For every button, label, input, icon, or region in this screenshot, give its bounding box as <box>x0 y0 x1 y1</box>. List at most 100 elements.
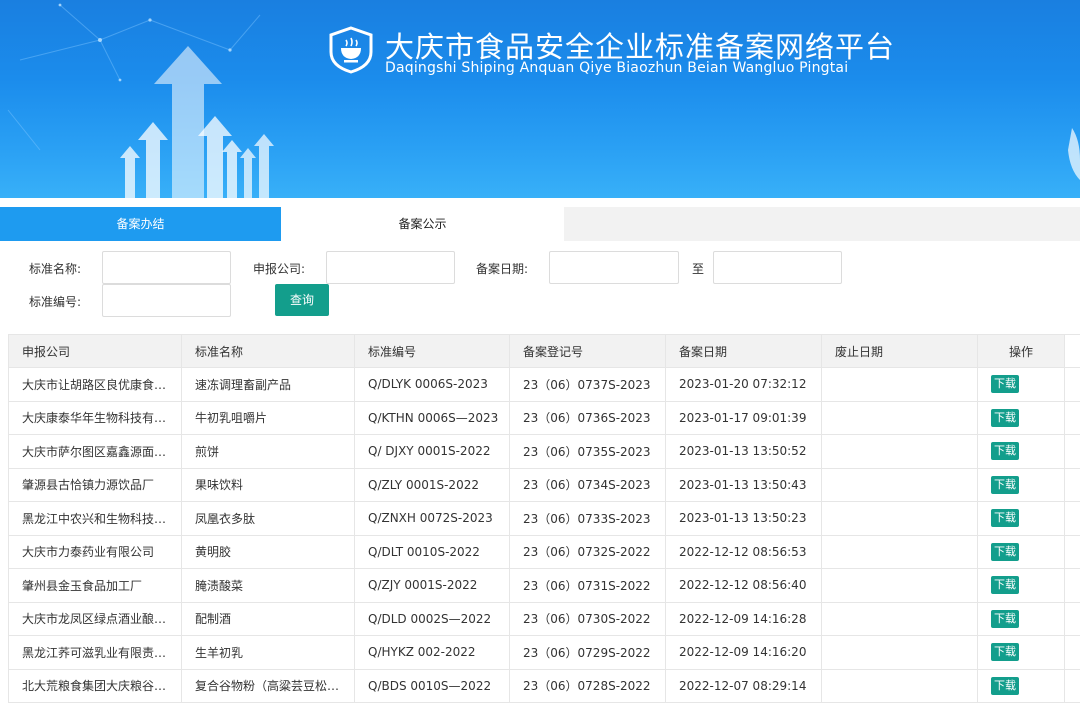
cell-reg-no: 23（06）0732S-2022 <box>509 534 666 569</box>
cell-std-name: 速冻调理畜副产品 <box>181 367 355 402</box>
cell-date: 2022-12-09 14:16:28 <box>665 601 822 636</box>
col-header-reg-no: 备案登记号 <box>509 334 666 368</box>
cell-std-no: Q/ZNXH 0072S-2023 <box>354 501 510 536</box>
cell-abolish-date <box>821 501 978 536</box>
tab-bar: 备案办结 备案公示 <box>0 207 1080 241</box>
col-header-company: 申报公司 <box>8 334 182 368</box>
std-no-input[interactable] <box>102 284 231 317</box>
cell-company: 北大荒粮食集团大庆粮谷… <box>8 668 182 703</box>
date-label: 备案日期: <box>476 262 529 276</box>
cell-date: 2023-01-13 13:50:52 <box>665 434 822 469</box>
cell-company: 大庆康泰华年生物科技有… <box>8 400 182 435</box>
table-row: 大庆康泰华年生物科技有… 牛初乳咀嚼片 Q/KTHN 0006S—2023 23（06… <box>8 400 1080 435</box>
download-button[interactable]: 下载 <box>991 509 1019 528</box>
cell-abolish-date <box>821 400 978 435</box>
cell-std-name: 牛初乳咀嚼片 <box>181 400 355 435</box>
cell-std-name: 腌渍酸菜 <box>181 568 355 603</box>
download-button[interactable]: 下载 <box>991 375 1019 394</box>
cell-std-name: 煎饼 <box>181 434 355 469</box>
cell-reg-no: 23（06）0729S-2022 <box>509 635 666 670</box>
col-header-date: 备案日期 <box>665 334 822 368</box>
download-button[interactable]: 下载 <box>991 643 1019 662</box>
cell-abolish-date <box>821 367 978 402</box>
cell-std-no: Q/ZJY 0001S-2022 <box>354 568 510 603</box>
download-button[interactable]: 下载 <box>991 408 1019 427</box>
cell-std-no: Q/DLD 0002S—2022 <box>354 601 510 636</box>
cell-spacer <box>1064 534 1080 569</box>
cell-reg-no: 23（06）0728S-2022 <box>509 668 666 703</box>
date-to-input[interactable] <box>713 251 842 284</box>
cell-action: 下载 <box>977 467 1065 502</box>
cell-company: 大庆市萨尔图区嘉鑫源面… <box>8 434 182 469</box>
download-button[interactable]: 下载 <box>991 609 1019 628</box>
cell-date: 2022-12-12 08:56:40 <box>665 568 822 603</box>
cell-abolish-date <box>821 668 978 703</box>
download-button[interactable]: 下载 <box>991 542 1019 561</box>
tab-completed[interactable]: 备案办结 <box>0 207 281 241</box>
table-row: 大庆市龙凤区绿点酒业酿… 配制酒 Q/DLD 0002S—2022 23（06）073… <box>8 601 1080 636</box>
cell-date: 2022-12-12 08:56:53 <box>665 534 822 569</box>
table-row: 肇源县古恰镇力源饮品厂 果味饮料 Q/ZLY 0001S-2022 23（06）073… <box>8 467 1080 502</box>
cell-date: 2023-01-13 13:50:23 <box>665 501 822 536</box>
cell-reg-no: 23（06）0731S-2022 <box>509 568 666 603</box>
table-row: 大庆市力泰药业有限公司 黄明胶 Q/DLT 0010S-2022 23（06）0732… <box>8 534 1080 569</box>
banner-gap <box>0 198 1080 207</box>
cell-action: 下载 <box>977 434 1065 469</box>
cell-action: 下载 <box>977 635 1065 670</box>
cell-company: 黑龙江荞可滋乳业有限责… <box>8 635 182 670</box>
cell-company: 大庆市让胡路区良优康食… <box>8 367 182 402</box>
query-button[interactable]: 查询 <box>275 284 329 316</box>
cell-reg-no: 23（06）0737S-2023 <box>509 367 666 402</box>
header-banner: 大庆市食品安全企业标准备案网络平台 Daqingshi Shiping Anqu… <box>0 0 1080 198</box>
col-header-abolish-date: 废止日期 <box>821 334 978 368</box>
cell-abolish-date <box>821 601 978 636</box>
company-label: 申报公司: <box>253 262 306 276</box>
cell-action: 下载 <box>977 534 1065 569</box>
cell-company: 肇源县古恰镇力源饮品厂 <box>8 467 182 502</box>
cell-reg-no: 23（06）0730S-2022 <box>509 601 666 636</box>
col-header-spacer <box>1064 334 1080 368</box>
cell-reg-no: 23（06）0736S-2023 <box>509 400 666 435</box>
cell-company: 肇州县金玉食品加工厂 <box>8 568 182 603</box>
download-button[interactable]: 下载 <box>991 676 1019 695</box>
cell-std-no: Q/DLYK 0006S-2023 <box>354 367 510 402</box>
cell-std-name: 复合谷物粉（高粱芸豆松… <box>181 668 355 703</box>
cell-abolish-date <box>821 534 978 569</box>
cell-spacer <box>1064 467 1080 502</box>
cell-company: 黑龙江中农兴和生物科技… <box>8 501 182 536</box>
company-input[interactable] <box>326 251 455 284</box>
download-button[interactable]: 下载 <box>991 475 1019 494</box>
cell-date: 2023-01-20 07:32:12 <box>665 367 822 402</box>
cell-std-name: 生羊初乳 <box>181 635 355 670</box>
cell-std-no: Q/DLT 0010S-2022 <box>354 534 510 569</box>
cell-std-no: Q/KTHN 0006S—2023 <box>354 400 510 435</box>
table-row: 黑龙江中农兴和生物科技… 凤凰衣多肽 Q/ZNXH 0072S-2023 23（06）… <box>8 501 1080 536</box>
cell-date: 2022-12-09 14:16:20 <box>665 635 822 670</box>
cell-reg-no: 23（06）0733S-2023 <box>509 501 666 536</box>
date-from-input[interactable] <box>549 251 679 284</box>
col-header-action: 操作 <box>977 334 1065 368</box>
cell-action: 下载 <box>977 400 1065 435</box>
cell-std-name: 凤凰衣多肽 <box>181 501 355 536</box>
table-row: 大庆市让胡路区良优康食… 速冻调理畜副产品 Q/DLYK 0006S-2023 23（… <box>8 367 1080 402</box>
cell-std-no: Q/ZLY 0001S-2022 <box>354 467 510 502</box>
table-row: 大庆市萨尔图区嘉鑫源面… 煎饼 Q/ DJXY 0001S-2022 23（06）07… <box>8 434 1080 469</box>
std-name-label: 标准名称: <box>29 262 82 276</box>
cell-std-no: Q/BDS 0010S—2022 <box>354 668 510 703</box>
cell-abolish-date <box>821 467 978 502</box>
cell-action: 下载 <box>977 367 1065 402</box>
cell-std-name: 配制酒 <box>181 601 355 636</box>
download-button[interactable]: 下载 <box>991 576 1019 595</box>
cell-action: 下载 <box>977 568 1065 603</box>
cell-abolish-date <box>821 568 978 603</box>
cell-date: 2022-12-07 08:29:14 <box>665 668 822 703</box>
site-title-pinyin: Daqingshi Shiping Anquan Qiye Biaozhun B… <box>385 60 849 76</box>
cell-spacer <box>1064 635 1080 670</box>
shield-bowl-icon <box>329 26 373 74</box>
tab-public-notice[interactable]: 备案公示 <box>281 207 564 241</box>
col-header-std-name: 标准名称 <box>181 334 355 368</box>
cell-reg-no: 23（06）0734S-2023 <box>509 467 666 502</box>
download-button[interactable]: 下载 <box>991 442 1019 461</box>
cell-spacer <box>1064 601 1080 636</box>
std-name-input[interactable] <box>102 251 231 284</box>
